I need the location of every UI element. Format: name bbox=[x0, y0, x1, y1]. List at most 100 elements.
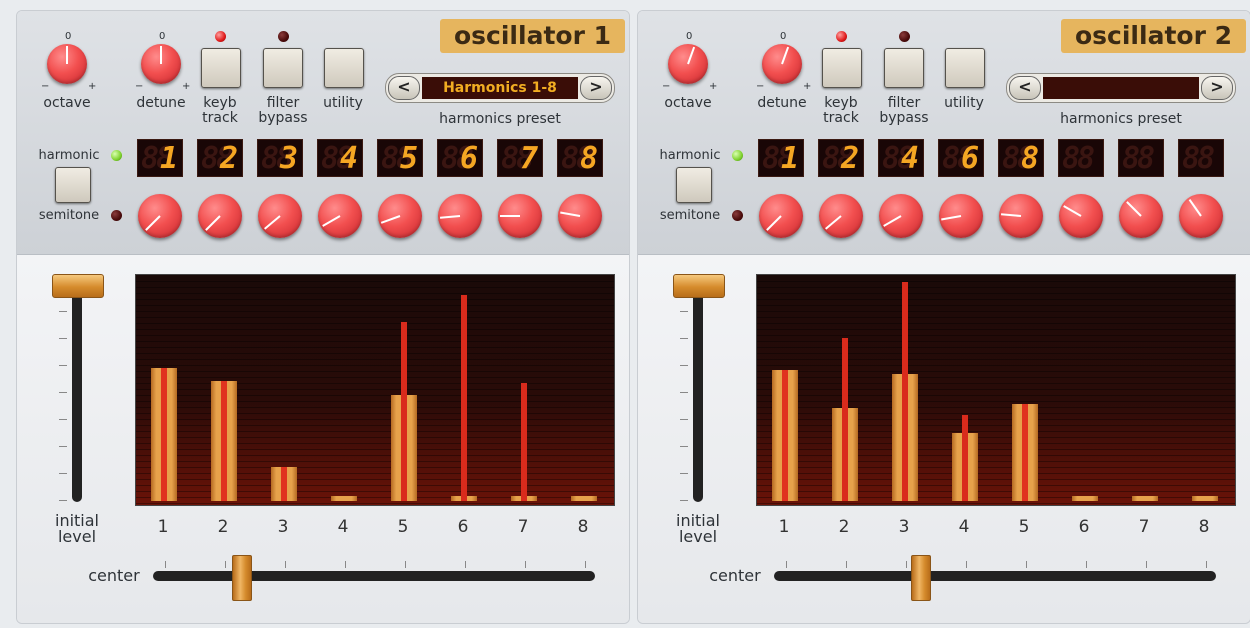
graph-gridline bbox=[757, 317, 1235, 318]
initial-level-label: initial level bbox=[37, 513, 117, 545]
harmonic-tune-knob[interactable] bbox=[318, 194, 362, 238]
harmonic-tune-knob[interactable] bbox=[498, 194, 542, 238]
center-scale-tick bbox=[1026, 561, 1027, 568]
filter-bypass-label-line2: bypass bbox=[879, 110, 929, 126]
harmonic-tune-knob[interactable] bbox=[819, 194, 863, 238]
harmonic-tune-knob[interactable] bbox=[1059, 194, 1103, 238]
oscillator-2-title: oscillator 2 bbox=[1060, 19, 1246, 53]
harmonic-level-bar[interactable] bbox=[1072, 496, 1098, 501]
center-scale-tick bbox=[465, 561, 466, 568]
keyb-track-button[interactable] bbox=[201, 48, 241, 88]
preset-prev-button[interactable]: < bbox=[1009, 76, 1041, 100]
harmonic-level-bar[interactable] bbox=[151, 368, 177, 501]
harmonic-value-display: 88 8 bbox=[557, 139, 603, 177]
harmonic-semitone-toggle[interactable] bbox=[55, 167, 91, 203]
level-scale-tick bbox=[680, 311, 688, 312]
preset-prev-button[interactable]: < bbox=[388, 76, 420, 100]
center-track[interactable] bbox=[774, 571, 1216, 581]
harmonic-tune-knob[interactable] bbox=[1119, 194, 1163, 238]
initial-level-thumb[interactable] bbox=[52, 274, 104, 298]
initial-level-track[interactable] bbox=[693, 284, 703, 502]
detune-knob[interactable] bbox=[762, 44, 802, 84]
graph-gridline bbox=[757, 479, 1235, 480]
preset-next-button[interactable]: > bbox=[1201, 76, 1233, 100]
graph-gridline bbox=[757, 329, 1235, 330]
harmonic-tune-knob[interactable] bbox=[558, 194, 602, 238]
filter-bypass-button[interactable] bbox=[884, 48, 924, 88]
detune-knob[interactable] bbox=[141, 44, 181, 84]
graph-gridline bbox=[136, 419, 614, 420]
harmonic-tune-knob[interactable] bbox=[879, 194, 923, 238]
harmonic-level-bar[interactable] bbox=[1132, 496, 1158, 501]
center-track[interactable] bbox=[153, 571, 595, 581]
filter-bypass-button[interactable] bbox=[263, 48, 303, 88]
knob-pointer bbox=[883, 215, 902, 227]
harmonic-tune-knob[interactable] bbox=[138, 194, 182, 238]
harmonic-level-bar[interactable] bbox=[1192, 496, 1218, 501]
initial-level-thumb[interactable] bbox=[673, 274, 725, 298]
graph-gridline bbox=[136, 347, 614, 348]
knob-pointer bbox=[322, 215, 341, 227]
filter-bypass-label: filter bypass bbox=[874, 96, 934, 126]
keyb-track-led bbox=[836, 31, 847, 42]
harmonic-tune-knob[interactable] bbox=[939, 194, 983, 238]
display-digit: 6 bbox=[960, 141, 979, 176]
center-scale-tick bbox=[966, 561, 967, 568]
graph-gridline bbox=[757, 455, 1235, 456]
harmonic-tune-knob[interactable] bbox=[378, 194, 422, 238]
graph-gridline bbox=[136, 329, 614, 330]
harmonic-tune-knob[interactable] bbox=[759, 194, 803, 238]
level-scale-tick bbox=[59, 500, 67, 501]
center-thumb[interactable] bbox=[910, 555, 931, 601]
center-scale-tick bbox=[786, 561, 787, 568]
keyb-track-label-line2: track bbox=[823, 110, 859, 126]
preset-next-button[interactable]: > bbox=[580, 76, 612, 100]
filter-bypass-label-line1: filter bbox=[266, 95, 300, 111]
octave-zero-label: 0 bbox=[686, 31, 693, 42]
harmonic-tune-knob[interactable] bbox=[999, 194, 1043, 238]
center-scale-tick bbox=[165, 561, 166, 568]
harmonic-level-bar[interactable] bbox=[211, 381, 237, 501]
level-scale-tick bbox=[59, 473, 67, 474]
harmonics-preset-label: harmonics preset bbox=[439, 111, 561, 127]
harmonics-graph[interactable] bbox=[135, 274, 615, 506]
harmonics-graph[interactable] bbox=[756, 274, 1236, 506]
center-thumb[interactable] bbox=[232, 555, 253, 601]
harmonic-level-bar[interactable] bbox=[571, 496, 597, 501]
keyb-track-button[interactable] bbox=[822, 48, 862, 88]
harmonic-level-bar[interactable] bbox=[1012, 404, 1038, 501]
harmonics-preset-selector: < > bbox=[1006, 73, 1236, 103]
graph-gridline bbox=[757, 431, 1235, 432]
harmonic-tune-knob[interactable] bbox=[258, 194, 302, 238]
octave-plus-label: + bbox=[88, 81, 97, 92]
keyb-track-label-line2: track bbox=[202, 110, 238, 126]
display-digit: 2 bbox=[840, 141, 859, 176]
display-digit: 4 bbox=[900, 141, 919, 176]
initial-level-track[interactable] bbox=[72, 284, 82, 502]
harmonic-tune-knob[interactable] bbox=[198, 194, 242, 238]
keyb-track-label: keyb track bbox=[814, 96, 868, 126]
detune-zero-label: 0 bbox=[159, 31, 166, 42]
filter-bypass-label-line1: filter bbox=[887, 95, 921, 111]
harmonic-value-display: 88 6 bbox=[437, 139, 483, 177]
graph-gridline bbox=[136, 311, 614, 312]
octave-knob[interactable] bbox=[47, 44, 87, 84]
keyb-track-label: keyb track bbox=[193, 96, 247, 126]
harmonic-semitone-toggle[interactable] bbox=[676, 167, 712, 203]
harmonic-level-bar[interactable] bbox=[772, 370, 798, 501]
octave-knob[interactable] bbox=[668, 44, 708, 84]
utility-button[interactable] bbox=[324, 48, 364, 88]
detune-plus-label: + bbox=[182, 81, 191, 92]
harmonic-level-bar[interactable] bbox=[271, 467, 297, 501]
harmonic-led bbox=[732, 150, 743, 161]
harmonic-tune-knob[interactable] bbox=[438, 194, 482, 238]
center-scale-tick bbox=[1146, 561, 1147, 568]
semitone-led bbox=[111, 210, 122, 221]
level-scale-tick bbox=[59, 419, 67, 420]
utility-button[interactable] bbox=[945, 48, 985, 88]
center-scale-tick bbox=[1086, 561, 1087, 568]
harmonic-level-bar[interactable] bbox=[331, 496, 357, 501]
harmonic-tune-knob[interactable] bbox=[1179, 194, 1223, 238]
harmonic-number-label: 6 bbox=[1078, 517, 1090, 537]
graph-gridline bbox=[757, 377, 1235, 378]
